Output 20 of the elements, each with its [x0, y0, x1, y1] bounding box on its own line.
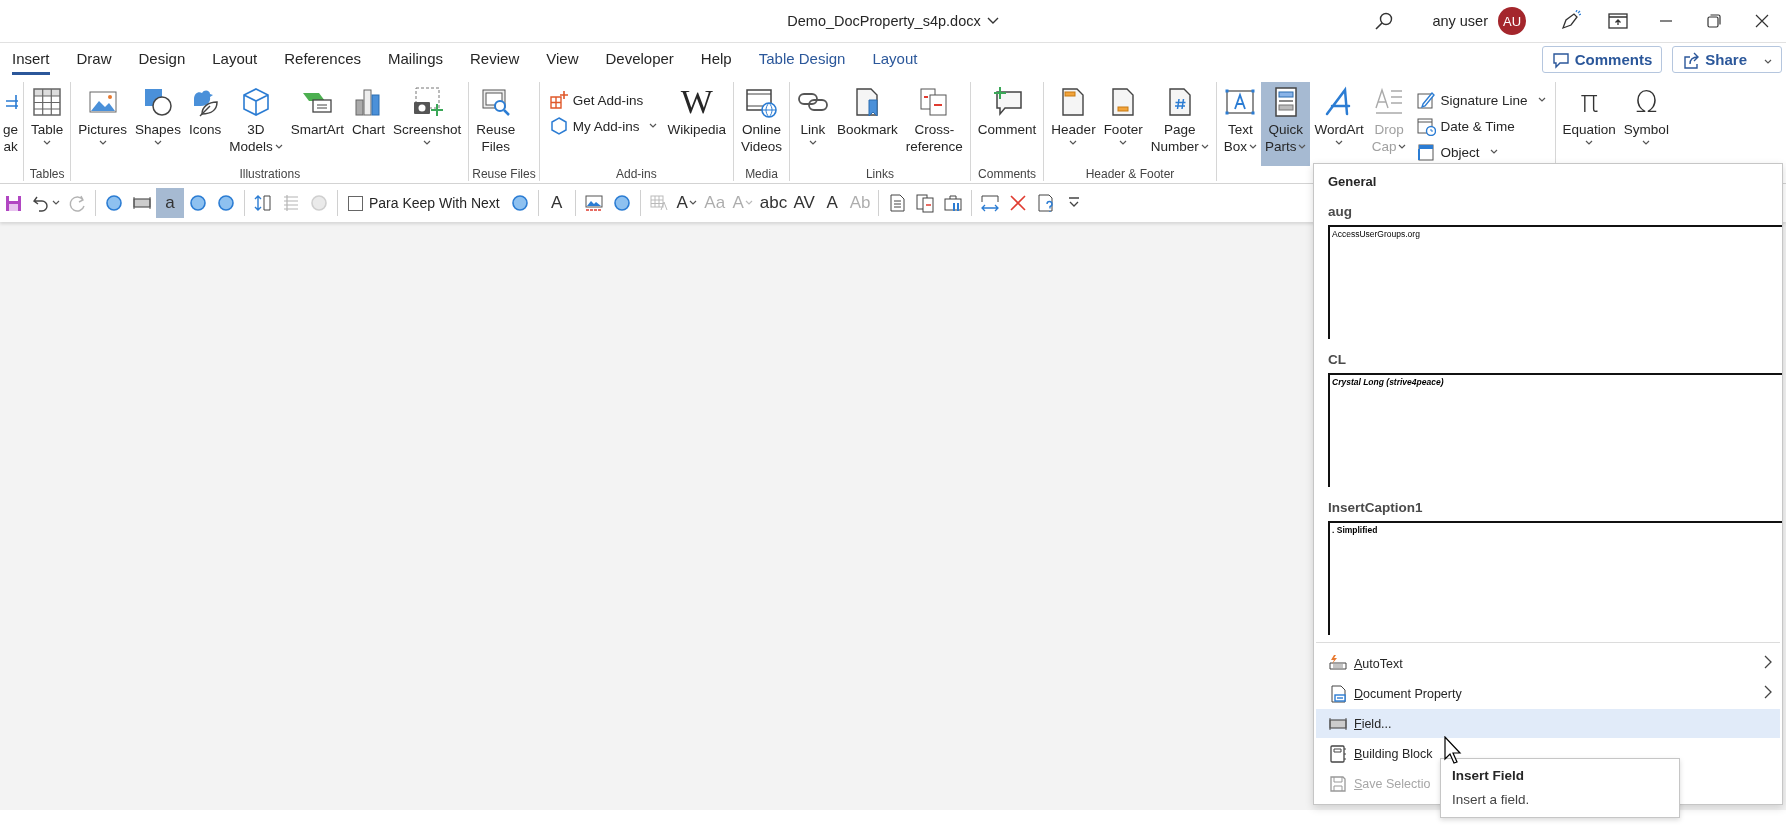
entry-name: InsertCaption1 — [1327, 499, 1424, 517]
group-label: Links — [864, 166, 895, 182]
group-label: Illustrations — [238, 166, 302, 182]
entry-name: aug — [1327, 203, 1353, 221]
tooltip-description: Insert a field. — [1452, 791, 1531, 809]
pi-icon: π — [1580, 83, 1599, 121]
w-letter-icon: W — [680, 83, 713, 121]
group-label: Comments — [977, 166, 1038, 182]
omega-icon: Ω — [1634, 83, 1658, 121]
group-label: Tables — [28, 166, 66, 182]
gallery-heading: General — [1327, 173, 1378, 191]
group-label: Media — [744, 166, 779, 182]
user-name: any user — [1432, 13, 1488, 29]
tooltip-title: Insert Field — [1452, 767, 1525, 785]
window-title: Demo_DocProperty_s4p.docx — [787, 13, 981, 29]
group-label: Reuse Files — [472, 166, 536, 182]
group-label: Header & Footer — [1084, 166, 1176, 182]
checkbox-label: Para Keep With Next — [369, 195, 500, 211]
entry-name: CL — [1327, 351, 1347, 369]
group-label: Add-ins — [614, 166, 658, 182]
